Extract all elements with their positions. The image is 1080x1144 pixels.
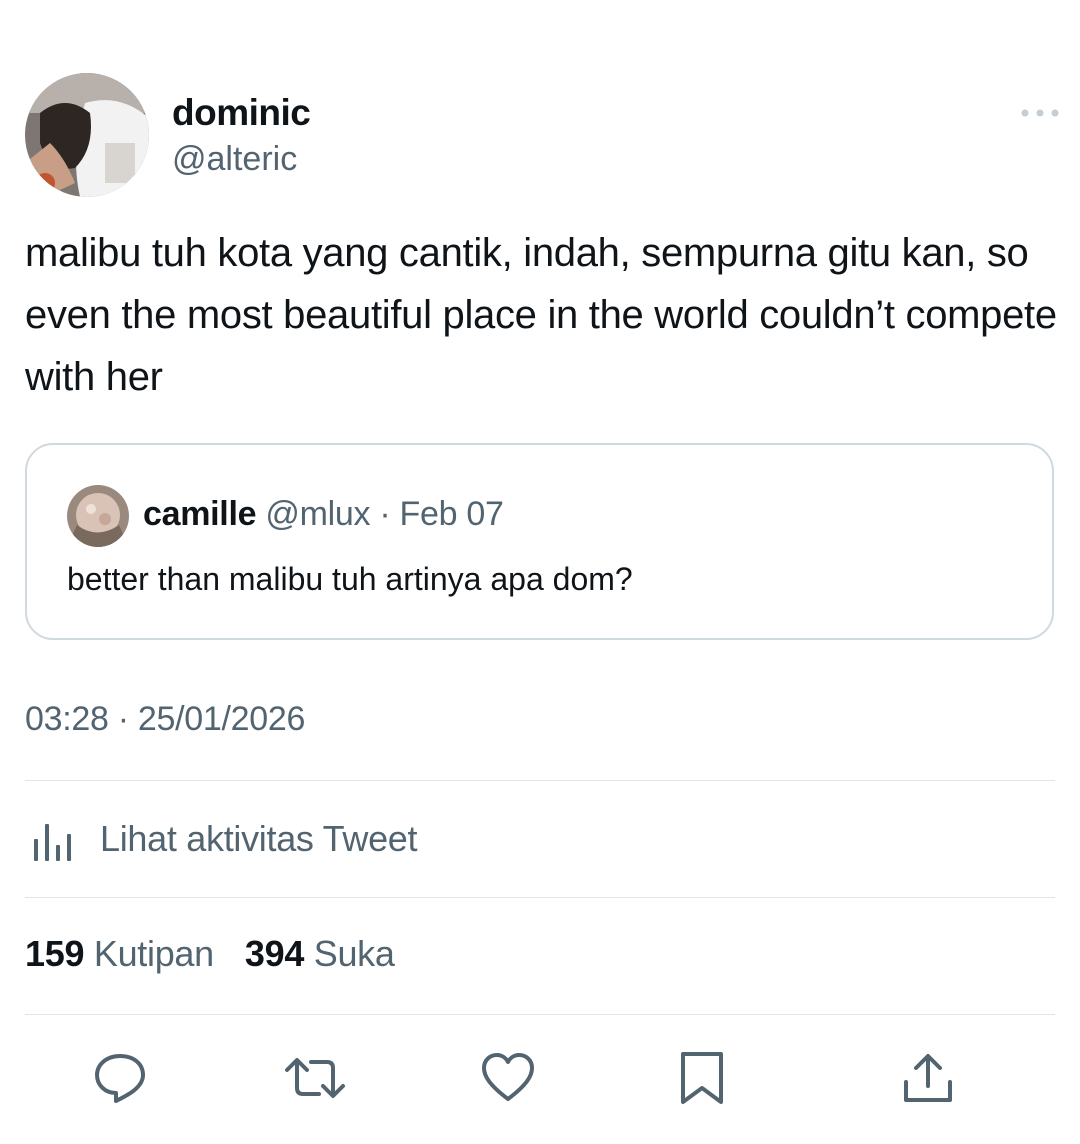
tweet-stats: 159 Kutipan 394 Suka	[25, 933, 395, 975]
tweet-text: malibu tuh kota yang cantik, indah, semp…	[25, 231, 1057, 399]
quoted-tweet-header: camille @mlux · Feb 07	[143, 495, 504, 534]
divider	[25, 1014, 1055, 1015]
share-button[interactable]	[900, 1050, 956, 1106]
likes-stat[interactable]: 394 Suka	[245, 933, 395, 974]
like-button[interactable]	[480, 1050, 536, 1106]
bookmark-button[interactable]	[678, 1050, 726, 1106]
divider	[25, 897, 1055, 898]
author-handle[interactable]: @alteric	[172, 140, 297, 179]
retweet-button[interactable]	[284, 1050, 346, 1106]
quoted-tweet-text: better than malibu tuh artinya apa dom?	[67, 561, 633, 597]
author-avatar[interactable]	[25, 73, 149, 197]
quoted-handle[interactable]: @mlux	[265, 495, 370, 533]
quoted-display-name[interactable]: camille	[143, 495, 257, 533]
quotes-label: Kutipan	[93, 933, 214, 974]
more-options-icon[interactable]	[1018, 100, 1062, 126]
bar-chart-icon	[34, 824, 71, 861]
tweet-activity-link[interactable]: Lihat aktivitas Tweet	[25, 814, 418, 864]
quoted-date: · Feb 07	[379, 495, 504, 533]
reply-button[interactable]	[92, 1050, 148, 1106]
quoted-avatar-photo	[67, 485, 129, 547]
divider	[25, 780, 1055, 781]
author-avatar-photo	[25, 73, 149, 197]
quotes-stat[interactable]: 159 Kutipan	[25, 933, 214, 974]
heart-icon	[482, 1053, 534, 1101]
quotes-count: 159	[25, 933, 85, 974]
likes-label: Suka	[313, 933, 395, 974]
quoted-tweet-card[interactable]: camille @mlux · Feb 07 better than malib…	[25, 443, 1054, 640]
tweet-activity-label: Lihat aktivitas Tweet	[100, 818, 418, 859]
quoted-author-avatar[interactable]	[67, 485, 129, 547]
likes-count: 394	[244, 933, 305, 974]
speech-bubble-icon	[95, 1054, 145, 1103]
tweet-timestamp[interactable]: 03:28 · 25/01/2026	[25, 700, 305, 739]
bookmark-icon	[681, 1052, 723, 1104]
retweet-icon	[285, 1058, 345, 1098]
share-icon	[904, 1054, 952, 1102]
author-display-name[interactable]: dominic	[172, 92, 311, 134]
